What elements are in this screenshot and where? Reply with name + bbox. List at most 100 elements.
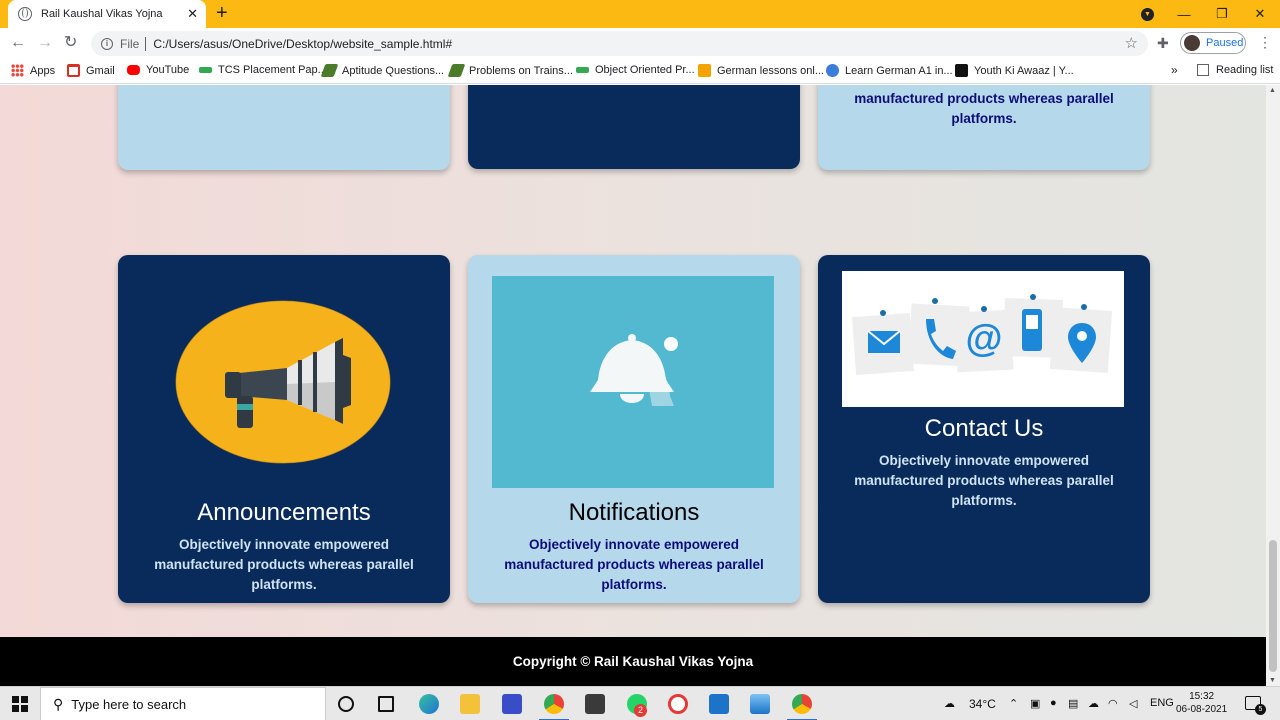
scrollbar-thumb[interactable] <box>1269 540 1277 672</box>
weather-icon[interactable]: ☁ <box>944 697 955 710</box>
profile-button[interactable]: Paused <box>1180 32 1246 54</box>
bookmark-youth-ki-awaaz[interactable]: Youth Ki Awaaz | Y... <box>955 64 1074 77</box>
taskbar-search[interactable]: ⚲ Type here to search <box>40 687 326 720</box>
tab-close-button[interactable]: ✕ <box>187 6 198 22</box>
bookmark-label: Object Oriented Pr... <box>595 64 695 76</box>
windows-taskbar: ⚲ Type here to search 2 ☁ 34°C ⌃ ▣ ● ▤ ☁… <box>0 686 1280 720</box>
bookmark-youtube[interactable]: YouTube <box>127 64 189 76</box>
sublime-text-icon[interactable] <box>585 694 605 714</box>
media-player-icon[interactable] <box>709 694 729 714</box>
tab-strip: Rail Kaushal Vikas Yojna ✕ + ▼ — ❐ ✕ <box>0 0 1280 28</box>
reading-list-button[interactable]: Reading list <box>1197 64 1273 76</box>
language-indicator[interactable]: ENG <box>1150 697 1174 709</box>
search-icon: ⚲ <box>53 695 64 712</box>
site-icon <box>320 64 339 77</box>
volume-icon[interactable]: ◁ <box>1129 697 1137 710</box>
bookmark-trains[interactable]: Problems on Trains... <box>447 64 573 77</box>
tab-search-icon[interactable]: ▼ <box>1141 8 1154 21</box>
url-scheme: File <box>120 36 140 51</box>
bookmark-label: Apps <box>30 64 56 77</box>
location-pin-icon <box>1049 304 1113 373</box>
back-arrow-icon[interactable]: ← <box>10 33 26 53</box>
avatar <box>1184 35 1200 51</box>
reload-icon[interactable]: ↻ <box>64 33 77 53</box>
scroll-down-arrow-icon[interactable]: ▼ <box>1269 677 1276 684</box>
bookmark-star-icon[interactable]: ☆ <box>1125 34 1138 52</box>
chevron-up-icon[interactable]: ⌃ <box>1009 697 1018 710</box>
site-icon <box>698 64 711 77</box>
info-icon[interactable]: i <box>101 37 113 50</box>
extensions-puzzle-icon[interactable]: ✚ <box>1157 35 1169 52</box>
close-window-button[interactable]: ✕ <box>1242 0 1278 28</box>
bookmarks-overflow-button[interactable]: » <box>1171 63 1178 77</box>
apps-grid-icon <box>11 64 24 77</box>
windows-start-icon[interactable] <box>12 696 28 712</box>
bookmark-aptitude[interactable]: Aptitude Questions... <box>320 64 445 77</box>
profile-status: Paused <box>1206 37 1244 49</box>
temperature[interactable]: 34°C <box>969 697 996 711</box>
site-icon <box>447 64 466 77</box>
system-clock[interactable]: 15:32 06-08-2021 <box>1176 690 1227 716</box>
card-description: manufactured products whereas parallel p… <box>854 91 1114 126</box>
tab-title: Rail Kaushal Vikas Yojna <box>41 8 163 20</box>
wifi-icon[interactable]: ◠ <box>1108 697 1118 710</box>
bookmark-label: Learn German A1 in... <box>845 64 953 77</box>
bookmark-label: Problems on Trains... <box>469 64 573 77</box>
menu-kebab-icon[interactable]: ⋮ <box>1258 34 1272 51</box>
bookmark-label: Youth Ki Awaaz | Y... <box>974 64 1074 77</box>
card-announcements[interactable]: Announcements Objectively innovate empow… <box>118 255 450 603</box>
page-footer: Copyright © Rail Kaushal Vikas Yojna <box>0 637 1266 686</box>
bookmark-tcs[interactable]: TCS Placement Pap... <box>199 64 327 76</box>
bookmark-german-lessons[interactable]: German lessons onl... <box>698 64 824 77</box>
onedrive-icon[interactable]: ☁ <box>1088 697 1099 710</box>
megaphone-icon <box>175 300 391 464</box>
card-title: Notifications <box>568 499 700 526</box>
task-view-icon[interactable] <box>378 696 394 712</box>
copyright-text: Copyright © Rail Kaushal Vikas Yojna <box>512 654 754 669</box>
bookmark-gmail[interactable]: Gmail <box>67 64 115 77</box>
minimize-button[interactable]: — <box>1166 0 1202 28</box>
chrome-icon[interactable] <box>544 694 564 714</box>
bookmark-apps[interactable]: Apps <box>11 64 55 77</box>
youtube-icon <box>127 65 140 75</box>
page-scrollbar[interactable]: ▲ ▼ <box>1266 85 1280 686</box>
app-icon[interactable] <box>668 694 688 714</box>
bookmark-learn-german[interactable]: Learn German A1 in... <box>826 64 953 77</box>
envelope-icon <box>852 310 914 375</box>
bookmark-label: Aptitude Questions... <box>342 64 445 77</box>
url-text[interactable]: C:/Users/asus/OneDrive/Desktop/website_s… <box>153 37 452 51</box>
scroll-up-arrow-icon[interactable]: ▲ <box>1269 87 1276 94</box>
card-description: Objectively innovate empowered manufactu… <box>504 537 764 592</box>
microphone-icon[interactable]: ● <box>1050 697 1057 709</box>
globe-icon <box>18 7 32 21</box>
edge-icon[interactable] <box>419 694 439 714</box>
contact-icons: @ <box>842 271 1124 407</box>
device-icon[interactable]: ▣ <box>1030 697 1040 710</box>
notification-center-icon[interactable]: 5 <box>1245 696 1266 715</box>
photos-icon[interactable] <box>750 694 770 714</box>
chrome-icon[interactable] <box>792 694 812 714</box>
bookmark-label: TCS Placement Pap... <box>218 64 327 76</box>
browser-tab[interactable]: Rail Kaushal Vikas Yojna ✕ <box>8 0 206 28</box>
forward-arrow-icon[interactable]: → <box>37 33 53 53</box>
bookmark-oop[interactable]: Object Oriented Pr... <box>576 64 695 76</box>
reading-list-label: Reading list <box>1216 64 1274 76</box>
reading-list-icon <box>1197 64 1209 76</box>
card-description: Objectively innovate empowered manufactu… <box>154 537 414 592</box>
bookmark-label: Gmail <box>86 64 115 77</box>
card-description: Objectively innovate empowered manufactu… <box>854 453 1114 508</box>
file-explorer-icon[interactable] <box>460 694 480 714</box>
site-icon <box>199 67 212 73</box>
time: 15:32 <box>1189 691 1215 702</box>
app-tray-icon[interactable]: ▤ <box>1068 697 1078 710</box>
cortana-icon[interactable] <box>338 696 354 712</box>
card-contact-us[interactable]: @ Contact Us Objectively innovate empowe… <box>818 255 1150 603</box>
gmail-icon <box>67 64 80 77</box>
app-icon[interactable] <box>502 694 522 714</box>
restore-button[interactable]: ❐ <box>1204 0 1240 28</box>
card-notifications[interactable]: Notifications Objectively innovate empow… <box>468 255 800 603</box>
card-top-left <box>118 85 450 170</box>
new-tab-button[interactable]: + <box>216 3 228 23</box>
address-bar[interactable]: i File C:/Users/asus/OneDrive/Desktop/we… <box>91 31 1148 56</box>
card-top-right: manufactured products whereas parallel p… <box>818 85 1150 170</box>
